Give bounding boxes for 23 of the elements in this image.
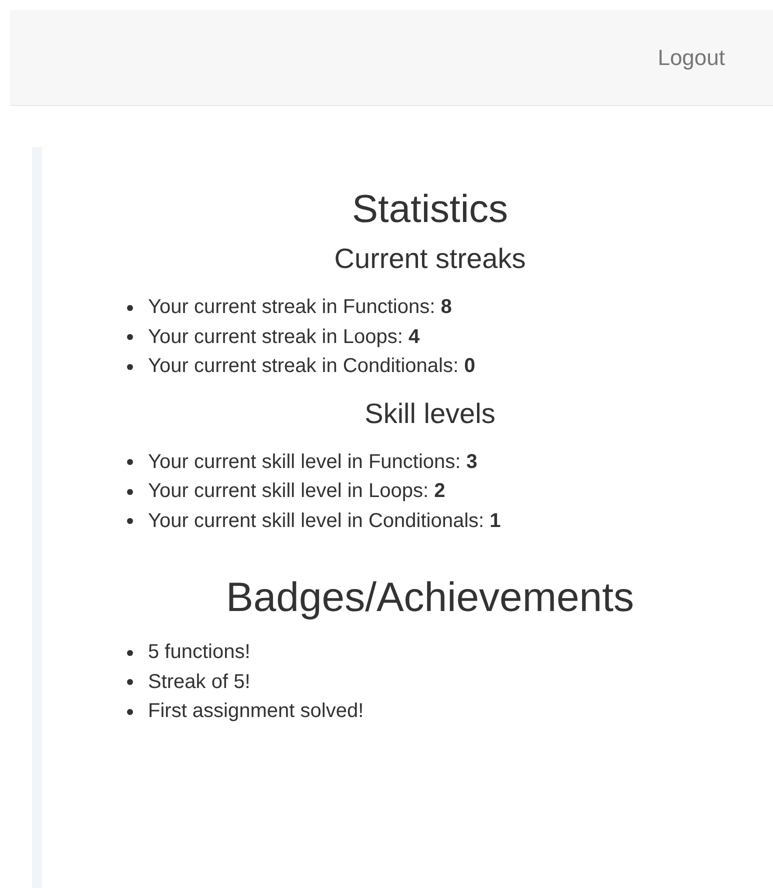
list-item: Your current streak in Conditionals: 0 bbox=[148, 354, 476, 379]
section-heading: Current streaks bbox=[333, 242, 527, 276]
list-item: First assignment solved! bbox=[148, 699, 364, 724]
statistics-title: Statistics bbox=[350, 187, 510, 233]
list-item: Your current skill level in Loops: 2 bbox=[148, 479, 446, 504]
list-item: Your current skill level in Conditionals: 1 bbox=[148, 508, 501, 534]
bullet-icon bbox=[127, 708, 133, 715]
bullet-icon bbox=[127, 488, 133, 495]
bullet-icon bbox=[127, 304, 133, 311]
list-item: Your current streak in Functions: 8 bbox=[148, 295, 452, 320]
section-heading: Skill levels bbox=[364, 396, 496, 430]
bullet-icon bbox=[127, 518, 133, 524]
bullet-icon bbox=[127, 334, 133, 340]
bullet-icon bbox=[127, 364, 133, 370]
bullet-icon bbox=[127, 459, 133, 466]
list-item: Your current skill level in Functions: 3 bbox=[148, 450, 478, 474]
list-item: Your current streak in Loops: 4 bbox=[148, 324, 420, 350]
list-item: Streak of 5! bbox=[148, 670, 250, 694]
bullet-icon bbox=[127, 650, 133, 656]
bullet-icon bbox=[127, 679, 133, 686]
logout-link[interactable]: Logout bbox=[658, 44, 725, 70]
list-item: 5 functions! bbox=[148, 640, 250, 665]
badges-title: Badges/Achievements bbox=[225, 573, 635, 622]
